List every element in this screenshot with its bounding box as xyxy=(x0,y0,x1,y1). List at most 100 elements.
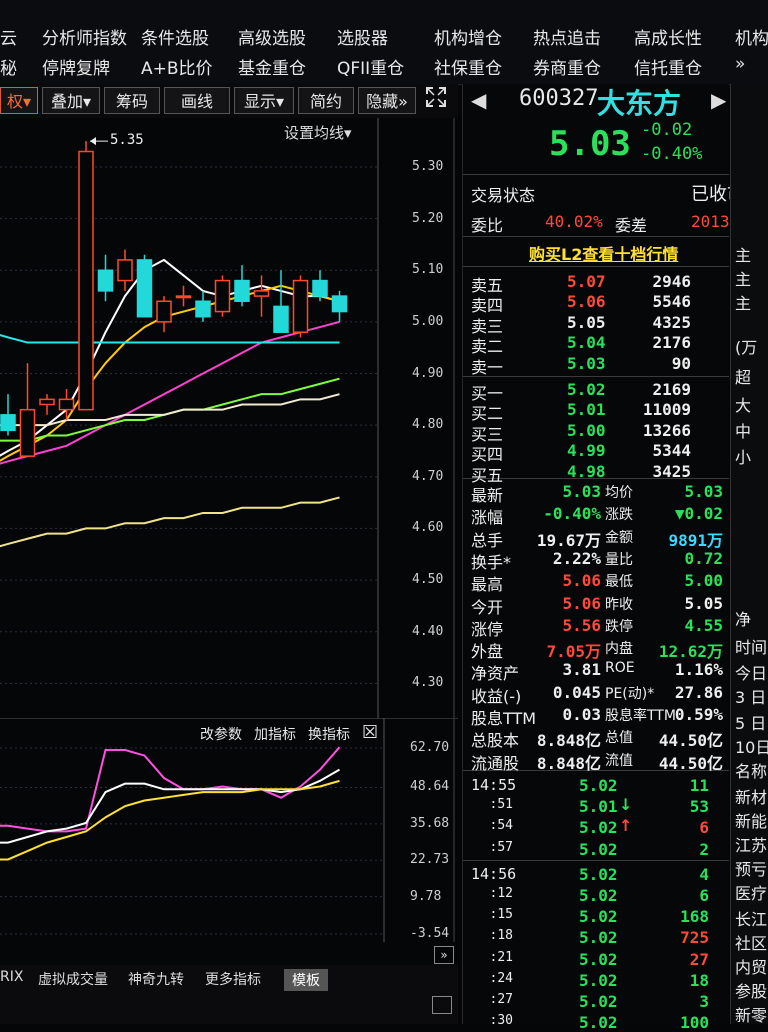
stat-value: 0.045 xyxy=(552,682,601,702)
side-item: 预亏 xyxy=(735,860,768,879)
toolbar-button[interactable]: 隐藏» xyxy=(358,87,416,114)
tab-virtual-volume[interactable]: 虚拟成交量 xyxy=(38,969,108,989)
menu-item[interactable]: 停牌复牌 xyxy=(42,54,110,79)
toolbar-button[interactable]: 筹码 xyxy=(104,87,160,114)
tick-price: 5.02 xyxy=(579,776,618,795)
orderbook-volume: 2169 xyxy=(652,380,691,399)
stat-value: 5.03 xyxy=(684,482,723,501)
menu-item[interactable]: A+B比价 xyxy=(141,54,213,79)
side-item: 新零 xyxy=(735,1006,768,1024)
toolbar-button[interactable]: 画线 xyxy=(164,87,230,114)
tick-volume: 53 xyxy=(689,797,709,817)
candle-body xyxy=(78,150,94,411)
status-label: 交易状态 xyxy=(471,186,536,205)
menu-item[interactable]: 高成长性 xyxy=(634,24,702,49)
side-item: 10日 xyxy=(735,738,768,757)
tab-more-indicators[interactable]: 更多指标 xyxy=(205,969,261,989)
stat-value: 0.59% xyxy=(674,705,723,724)
orderbook-price: 4.98 xyxy=(567,461,606,481)
stat-value: 44.50亿 xyxy=(658,753,723,773)
menu-item[interactable]: 云 xyxy=(0,24,17,49)
toolbar-button[interactable]: 叠加▾ xyxy=(42,87,100,114)
candle-body xyxy=(117,259,133,282)
prev-stock-icon[interactable]: ◀ xyxy=(471,88,486,112)
kline-chart-panel[interactable]: 设置均线▾ 5.30 5.20 5.10 5.00 4.90 4.80 4.70 4.60 4.… xyxy=(0,118,458,718)
side-item: 新材 xyxy=(735,788,768,807)
side-item: 名称 xyxy=(735,762,768,781)
change-params-button[interactable]: 改参数 xyxy=(200,724,242,744)
weibi-value: 40.02% xyxy=(545,212,603,231)
indicator-panel[interactable]: 改参数 加指标 换指标 ☒ 62.70 48.64 35.68 22.73 9.78 -3… xyxy=(0,718,458,942)
menu-item[interactable]: 条件选股 xyxy=(141,24,209,49)
stat-value: ▼0.02 xyxy=(674,504,723,524)
ma-setting-button[interactable]: 设置均线▾ xyxy=(284,122,352,143)
menu-item[interactable]: 选股器 xyxy=(337,24,388,49)
stat-label: 收益(-) xyxy=(471,686,522,706)
candle-body xyxy=(331,295,348,313)
menu-item[interactable]: 信托重仓 xyxy=(634,54,702,79)
moving-average-line xyxy=(0,496,340,548)
switch-indicator-button[interactable]: 换指标 xyxy=(308,724,350,744)
tick-volume: 4 xyxy=(699,864,709,884)
stat-label: 内盘 xyxy=(605,641,633,658)
menu-item[interactable]: 分析师指数 xyxy=(42,24,127,49)
scroll-right-icon[interactable]: » xyxy=(434,946,454,964)
candle-body xyxy=(195,300,211,318)
indicator-tick-label: 35.68 xyxy=(410,815,450,831)
close-indicator-icon[interactable]: ☒ xyxy=(362,722,378,743)
menu-item[interactable]: 券商重仓 xyxy=(533,54,601,79)
menu-item[interactable]: 机构增仓 xyxy=(434,24,502,49)
stat-value: 1.16% xyxy=(674,660,723,680)
menu-item[interactable]: 秘 xyxy=(0,54,17,79)
menu-item[interactable]: » xyxy=(735,54,745,74)
stat-value: 0.03 xyxy=(562,705,601,724)
toolbar-button[interactable]: 权▾ xyxy=(0,87,38,114)
side-item: 主 xyxy=(735,294,752,313)
side-item: 3 日 xyxy=(735,688,767,707)
price-tick-label: 4.70 xyxy=(412,468,444,484)
side-item: (万 xyxy=(735,338,758,357)
menu-item[interactable]: 基金重仓 xyxy=(238,54,306,79)
stat-label: 外盘 xyxy=(471,642,504,662)
menu-item[interactable]: 热点追击 xyxy=(533,24,601,49)
menu-item[interactable]: QFII重仓 xyxy=(337,54,404,79)
side-item: 医疗 xyxy=(735,884,768,903)
side-item: 小 xyxy=(735,448,752,467)
indicator-tick-label: 48.64 xyxy=(410,779,450,795)
panel-toggle-icon[interactable] xyxy=(432,996,452,1014)
stat-label: 最高 xyxy=(471,575,504,595)
price-tick-label: 5.30 xyxy=(412,158,444,174)
stat-value: 2.22% xyxy=(552,548,601,568)
indicator-chart[interactable] xyxy=(0,718,458,942)
tick-price: 5.02 xyxy=(579,1013,618,1032)
menu-item[interactable]: 高级选股 xyxy=(238,24,306,49)
kline-chart[interactable] xyxy=(0,118,458,718)
side-item: 主 xyxy=(735,246,752,265)
indicator-tick-label: 9.78 xyxy=(410,888,442,904)
tick-time: :21 xyxy=(489,949,513,965)
tick-price: 5.01 xyxy=(579,797,618,817)
add-indicator-button[interactable]: 加指标 xyxy=(254,724,296,744)
toolbar-button[interactable]: 显示▾ xyxy=(234,87,294,114)
menu-item[interactable]: 机构 xyxy=(735,24,768,49)
menu-item[interactable]: 社保重仓 xyxy=(434,54,502,79)
stat-label: 涨幅 xyxy=(471,508,504,528)
orderbook-price: 5.04 xyxy=(567,333,606,353)
tick-arrow: ↓ xyxy=(619,795,633,815)
tick-price: 5.02 xyxy=(579,928,618,948)
next-stock-icon[interactable]: ▶ xyxy=(711,88,726,112)
orderbook-price: 5.06 xyxy=(567,292,606,312)
tick-arrow: ↑ xyxy=(619,816,633,836)
tab-template[interactable]: 模板 xyxy=(284,969,328,991)
candle-body xyxy=(19,408,36,457)
fullscreen-icon[interactable] xyxy=(424,85,448,109)
side-item: 中 xyxy=(735,422,752,441)
high-marker-arrow xyxy=(90,137,96,146)
price-tick-label: 4.90 xyxy=(412,365,444,381)
l2-purchase-link[interactable]: 购买L2查看十档行情 xyxy=(529,241,678,265)
tab-td-sequential[interactable]: 神奇九转 xyxy=(128,969,184,989)
tab-rix[interactable]: RIX xyxy=(0,969,23,985)
side-item: 江苏 xyxy=(735,836,768,855)
toolbar-button[interactable]: 简约 xyxy=(298,87,354,114)
high-marker-label: 5.35 xyxy=(110,132,144,149)
